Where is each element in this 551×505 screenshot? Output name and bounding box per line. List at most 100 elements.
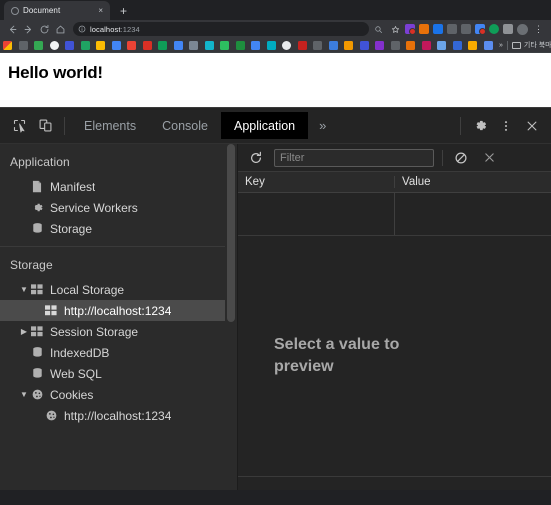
sidebar-item-label: http://localhost:1234 bbox=[64, 303, 172, 318]
bookmark-gmail-icon[interactable] bbox=[127, 40, 136, 50]
sidebar-item-web-sql[interactable]: Web SQL bbox=[0, 363, 237, 384]
preview-placeholder-text: Select a value to preview bbox=[274, 336, 400, 375]
extension-pen-icon[interactable] bbox=[447, 24, 457, 34]
bookmark-amber-icon[interactable] bbox=[96, 40, 105, 50]
bookmark-red2-icon[interactable] bbox=[297, 40, 307, 50]
forward-arrow-icon[interactable] bbox=[20, 21, 36, 37]
bookmark-vim-icon[interactable] bbox=[359, 40, 369, 50]
sidebar-item-local-storage[interactable]: ▼ Local Storage bbox=[0, 279, 237, 300]
extension-puzzle-icon[interactable] bbox=[503, 24, 513, 34]
bookmark-peach-icon[interactable] bbox=[406, 40, 415, 50]
bookmark-steel-icon[interactable] bbox=[483, 40, 493, 50]
browser-tab-document[interactable]: Document × bbox=[4, 1, 110, 20]
sidebar-item-indexeddb[interactable]: IndexedDB bbox=[0, 342, 237, 363]
settings-gear-icon[interactable] bbox=[467, 113, 493, 139]
table-cell-key[interactable] bbox=[238, 193, 395, 235]
chevron-right-icon[interactable]: ▶ bbox=[18, 327, 30, 336]
bookmark-chrome-icon[interactable] bbox=[49, 40, 59, 50]
sidebar-item-manifest[interactable]: Manifest bbox=[0, 176, 237, 197]
sidebar-section-application-title: Application bbox=[10, 155, 70, 169]
table-cell-value[interactable] bbox=[395, 193, 551, 235]
tab-elements[interactable]: Elements bbox=[71, 112, 149, 139]
bookmark-grey-icon[interactable] bbox=[18, 40, 28, 50]
tab-console[interactable]: Console bbox=[149, 112, 221, 139]
inspect-element-icon[interactable] bbox=[6, 113, 32, 139]
clear-all-circle-slash-icon[interactable] bbox=[451, 148, 471, 168]
bookmark-v2-icon[interactable] bbox=[375, 40, 384, 50]
bookmark-drive-icon[interactable] bbox=[80, 40, 90, 50]
address-host: localhost bbox=[90, 24, 121, 34]
close-icon[interactable]: × bbox=[96, 6, 105, 16]
bookmark-docs-icon[interactable] bbox=[173, 40, 183, 50]
info-circle-icon[interactable] bbox=[78, 25, 86, 33]
more-tabs-chevron-icon[interactable]: » bbox=[308, 118, 337, 133]
tab-application[interactable]: Application bbox=[220, 112, 309, 139]
refresh-icon[interactable] bbox=[246, 148, 266, 168]
bookmarks-overflow-button[interactable]: » bbox=[499, 42, 503, 49]
extension-purple-icon[interactable] bbox=[405, 24, 416, 35]
new-tab-button[interactable]: + bbox=[117, 5, 130, 17]
storage-toolbar bbox=[238, 144, 551, 172]
sidebar-scrollbar[interactable] bbox=[225, 144, 237, 490]
sidebar-item-session-storage[interactable]: ▶ Session Storage bbox=[0, 321, 237, 342]
address-bar[interactable]: localhost:1234 bbox=[73, 22, 369, 36]
zoom-magnifier-icon[interactable] bbox=[373, 24, 384, 35]
table-row[interactable] bbox=[238, 193, 551, 236]
bookmark-cyan-icon[interactable] bbox=[266, 40, 276, 50]
bookmark-underline-icon[interactable] bbox=[328, 40, 338, 50]
sidebar-item-label: Manifest bbox=[50, 179, 96, 194]
devtools-tab-bar: Elements Console Application » bbox=[0, 108, 551, 144]
avatar[interactable] bbox=[517, 23, 528, 35]
back-arrow-icon[interactable] bbox=[4, 21, 20, 37]
sidebar-scrollbar-thumb[interactable] bbox=[227, 144, 235, 322]
sidebar-item-cookies[interactable]: ▼ Cookies bbox=[0, 384, 237, 405]
bookmark-evernote-icon[interactable] bbox=[220, 40, 229, 50]
close-icon[interactable] bbox=[519, 113, 545, 139]
extension-colors-icon[interactable] bbox=[475, 24, 486, 35]
bookmark-violet-icon[interactable] bbox=[65, 40, 74, 50]
bookmark-yellow2-icon[interactable] bbox=[468, 40, 477, 50]
chevron-down-icon[interactable]: ▼ bbox=[18, 285, 30, 294]
device-toolbar-icon[interactable] bbox=[32, 113, 58, 139]
bookmark-magenta-icon[interactable] bbox=[421, 40, 431, 50]
other-bookmarks-folder[interactable]: 기타 북마크 bbox=[511, 40, 551, 50]
kebab-menu-icon[interactable] bbox=[493, 113, 519, 139]
filter-input[interactable] bbox=[274, 148, 434, 167]
reload-icon[interactable] bbox=[36, 21, 52, 37]
extension-green-icon[interactable] bbox=[489, 24, 499, 34]
bookmark-trello-icon[interactable] bbox=[251, 40, 260, 50]
sidebar-item-storage[interactable]: Storage bbox=[0, 218, 237, 239]
home-icon[interactable] bbox=[52, 21, 68, 37]
bookmark-triangle-icon[interactable] bbox=[390, 40, 400, 50]
bookmark-dots-icon[interactable] bbox=[313, 40, 322, 50]
star-icon[interactable] bbox=[390, 24, 401, 35]
bookmark-navy-icon[interactable] bbox=[452, 40, 462, 50]
extension-orange-icon[interactable] bbox=[419, 24, 429, 34]
delete-x-icon[interactable] bbox=[479, 148, 499, 168]
page-heading: Hello world! bbox=[8, 63, 103, 82]
devtools-panel: Elements Console Application » Applicati… bbox=[0, 107, 551, 490]
bookmark-sheets-icon[interactable] bbox=[158, 40, 167, 50]
sidebar-item-cookies-origin[interactable]: http://localhost:1234 bbox=[0, 405, 237, 426]
database-icon bbox=[30, 346, 44, 360]
bookmark-slides-icon[interactable] bbox=[111, 40, 121, 50]
document-icon bbox=[30, 180, 44, 194]
bookmark-green-icon[interactable] bbox=[34, 40, 43, 50]
extension-camera-icon[interactable] bbox=[461, 24, 471, 34]
bookmark-azure-icon[interactable] bbox=[437, 40, 446, 50]
chevron-down-icon[interactable]: ▼ bbox=[18, 390, 30, 399]
sidebar-item-local-storage-origin[interactable]: http://localhost:1234 bbox=[0, 300, 237, 321]
bookmark-apps-icon[interactable] bbox=[3, 40, 12, 50]
kebab-menu-icon[interactable]: ⋮ bbox=[532, 24, 545, 34]
bookmark-github-icon[interactable] bbox=[282, 40, 291, 50]
bookmark-orange2-icon[interactable] bbox=[344, 40, 353, 50]
bookmark-teal-icon[interactable] bbox=[204, 40, 214, 50]
sidebar-item-service-workers[interactable]: Service Workers bbox=[0, 197, 237, 218]
column-header-value[interactable]: Value bbox=[395, 176, 551, 188]
bookmark-gmail2-icon[interactable] bbox=[142, 40, 152, 50]
column-header-key[interactable]: Key bbox=[238, 176, 395, 188]
bookmark-lightning-icon[interactable] bbox=[189, 40, 198, 50]
extension-blue-icon[interactable] bbox=[433, 24, 443, 34]
preview-bottom-strip bbox=[238, 476, 551, 490]
bookmark-green2-icon[interactable] bbox=[235, 40, 245, 50]
